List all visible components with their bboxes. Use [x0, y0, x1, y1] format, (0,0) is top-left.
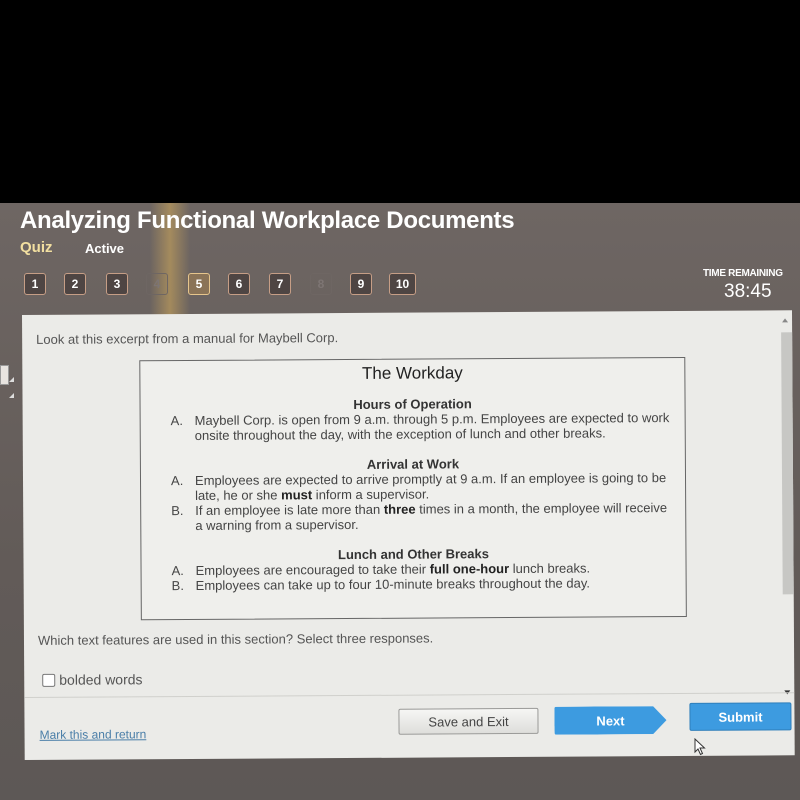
item-text: inform a supervisor. — [312, 486, 430, 503]
list-item: B. If an employee is late more than thre… — [141, 500, 685, 533]
option-label: bolded words — [59, 671, 143, 688]
item-letter: B. — [171, 503, 184, 519]
bold-word: must — [281, 487, 313, 503]
expand-arrow-icon[interactable] — [9, 377, 14, 382]
question-nav-button-2[interactable]: 2 — [64, 273, 86, 295]
mark-and-return-link[interactable]: Mark this and return — [40, 727, 147, 742]
item-letter: B. — [171, 578, 184, 594]
excerpt-title: The Workday — [361, 363, 463, 383]
item-text: Employees are encouraged to take their — [195, 561, 430, 578]
question-nav-button-7[interactable]: 7 — [269, 273, 291, 295]
checkbox[interactable] — [42, 673, 56, 687]
bold-word: three — [383, 501, 416, 517]
next-button[interactable]: Next — [554, 706, 666, 735]
question-nav-button-6[interactable]: 6 — [228, 273, 250, 295]
question-nav-button-9[interactable]: 9 — [350, 273, 372, 295]
item-text: Employees can take up to four 10-minute … — [195, 575, 591, 593]
footer-divider — [24, 692, 795, 698]
document-excerpt: The Workday Hours of Operation A. Maybel… — [139, 356, 687, 621]
status-label: Active — [85, 241, 125, 256]
question-nav-button-4: 4 — [146, 273, 168, 295]
scrollbar[interactable] — [780, 318, 794, 698]
expand-arrow-icon[interactable] — [9, 393, 14, 398]
scroll-up-arrow-icon[interactable] — [782, 318, 789, 323]
notes-icon[interactable] — [0, 365, 9, 385]
item-text: lunch breaks. — [509, 560, 591, 577]
item-letter: A. — [171, 563, 184, 579]
list-item: A. Maybell Corp. is open from 9 a.m. thr… — [141, 410, 685, 443]
submit-button[interactable]: Submit — [689, 702, 792, 731]
bold-word: full one-hour — [429, 561, 510, 577]
save-and-exit-button[interactable]: Save and Exit — [398, 707, 539, 735]
question-nav-button-1[interactable]: 1 — [24, 273, 46, 295]
answer-option-bolded-words[interactable]: bolded words — [42, 671, 143, 688]
item-letter: A. — [170, 473, 184, 489]
item-text: If an employee is late more than — [195, 501, 384, 518]
timer-label: TIME REMAINING — [703, 268, 783, 279]
question-nav-button-5[interactable]: 5 — [188, 273, 210, 295]
question-nav-button-10[interactable]: 10 — [389, 273, 416, 295]
item-text: Employees are expected to arrive promptl… — [194, 470, 667, 503]
question-prompt: Look at this excerpt from a manual for M… — [36, 330, 339, 347]
list-item: A. Employees are expected to arrive prom… — [141, 470, 685, 503]
mouse-cursor-icon — [694, 738, 706, 756]
question-nav-button-3[interactable]: 3 — [106, 273, 128, 295]
timer-value: 38:45 — [724, 281, 772, 302]
activity-type-label: Quiz — [20, 239, 53, 256]
item-letter: A. — [170, 413, 183, 429]
photo-black-area — [0, 0, 800, 203]
page-title: Analyzing Functional Workplace Documents — [20, 207, 515, 234]
question-instruction: Which text features are used in this sec… — [37, 630, 434, 648]
question-panel: Look at this excerpt from a manual for M… — [22, 310, 795, 760]
left-tool-rail — [0, 315, 20, 745]
scroll-thumb[interactable] — [781, 332, 794, 595]
item-text: Maybell Corp. is open from 9 a.m. throug… — [194, 410, 670, 443]
list-item: B. Employees can take up to four 10-minu… — [142, 575, 686, 594]
question-nav-button-8: 8 — [310, 273, 332, 295]
